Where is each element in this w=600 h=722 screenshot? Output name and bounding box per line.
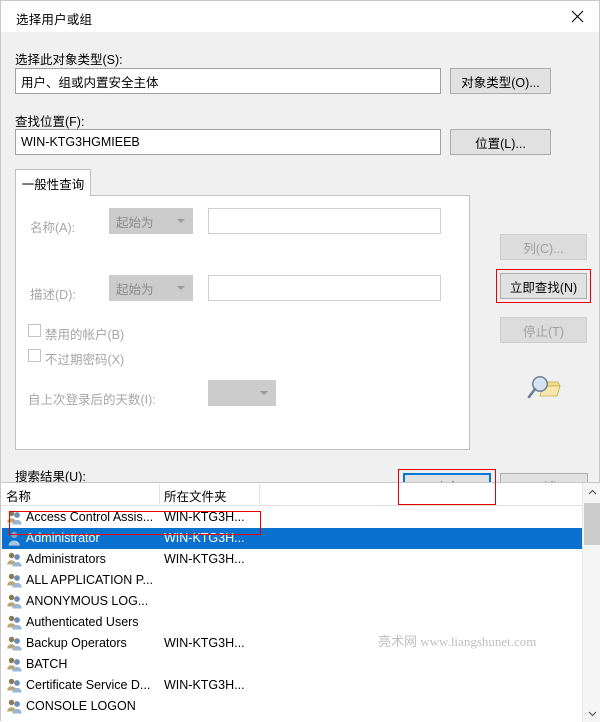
user-glyph — [8, 531, 20, 546]
description-condition-select[interactable]: 起始为 — [109, 275, 193, 301]
table-row[interactable]: Administrator WIN-KTG3H... — [2, 528, 582, 549]
group-icon — [6, 677, 23, 694]
scroll-up-icon[interactable] — [583, 483, 600, 501]
nonexpiring-password-label: 不过期密码(X) — [45, 353, 125, 367]
row-name: Authenticated Users — [26, 615, 139, 629]
window-title: 选择用户或组 — [16, 13, 93, 27]
object-type-label: 选择此对象类型(S): — [15, 53, 123, 67]
dialog-body: 选择此对象类型(S): 用户、组或内置安全主体 对象类型(O)... 查找位置(… — [1, 32, 600, 722]
column-header-name[interactable]: 名称 — [6, 486, 31, 505]
nonexpiring-password-checkbox[interactable] — [28, 349, 41, 362]
table-row[interactable]: CONSOLE LOGON — [2, 696, 582, 717]
columns-button[interactable]: 列(C)... — [500, 234, 587, 260]
table-row[interactable]: Access Control Assis... WIN-KTG3H... — [2, 507, 582, 528]
column-header-folder[interactable]: 所在文件夹 — [164, 486, 227, 505]
row-name: CONSOLE LOGON — [26, 699, 136, 713]
row-folder: WIN-KTG3H... — [164, 636, 245, 650]
row-name: ALL APPLICATION P... — [26, 573, 153, 587]
row-folder: WIN-KTG3H... — [164, 531, 245, 545]
group-glyph — [7, 657, 22, 672]
column-divider[interactable] — [159, 484, 160, 504]
table-row[interactable]: ALL APPLICATION P... — [2, 570, 582, 591]
scroll-down-icon[interactable] — [583, 704, 600, 722]
magnifier-search-icon — [525, 373, 563, 405]
chevron-down-icon — [177, 286, 185, 290]
row-name: Administrators — [26, 552, 106, 566]
row-folder: WIN-KTG3H... — [164, 510, 245, 524]
user-icon — [6, 530, 23, 547]
days-since-logon-label: 自上次登录后的天数(I): — [28, 393, 156, 407]
tab-seam — [16, 194, 90, 196]
disabled-accounts-label: 禁用的帐户(B) — [45, 328, 125, 342]
group-glyph — [7, 573, 22, 588]
list-column-header: 名称 所在文件夹 — [1, 483, 600, 506]
chevron-up-glyph — [588, 489, 596, 494]
row-name: Certificate Service D... — [26, 678, 151, 692]
row-folder: WIN-KTG3H... — [164, 552, 245, 566]
table-row[interactable]: ANONYMOUS LOG... — [2, 591, 582, 612]
group-icon — [6, 509, 23, 526]
name-value-input[interactable] — [208, 208, 441, 234]
select-user-or-group-dialog: 选择用户或组 选择此对象类型(S): 用户、组或内置安全主体 对象类型(O)..… — [0, 0, 600, 722]
group-icon — [6, 593, 23, 610]
chevron-down-glyph — [588, 711, 596, 716]
group-glyph — [7, 699, 22, 714]
group-icon — [6, 698, 23, 715]
row-name: ANONYMOUS LOG... — [26, 594, 149, 608]
row-folder: WIN-KTG3H... — [164, 678, 245, 692]
list-scrollbar[interactable] — [582, 483, 600, 722]
table-row[interactable]: Authenticated Users — [2, 612, 582, 633]
table-row[interactable]: Certificate Service D... WIN-KTG3H... — [2, 675, 582, 696]
table-row[interactable]: Administrators WIN-KTG3H... — [2, 549, 582, 570]
object-type-input[interactable]: 用户、组或内置安全主体 — [15, 68, 441, 94]
disabled-accounts-checkbox[interactable] — [28, 324, 41, 337]
find-now-button[interactable]: 立即查找(N) — [500, 273, 587, 299]
description-value-input[interactable] — [208, 275, 441, 301]
row-name: BATCH — [26, 657, 68, 671]
object-types-button[interactable]: 对象类型(O)... — [450, 68, 551, 94]
location-input[interactable]: WIN-KTG3HGMIEEB — [15, 129, 441, 155]
group-glyph — [7, 552, 22, 567]
location-button[interactable]: 位置(L)... — [450, 129, 551, 155]
group-icon — [6, 572, 23, 589]
group-icon — [6, 551, 23, 568]
group-glyph — [7, 636, 22, 651]
close-glyph — [571, 10, 583, 22]
group-glyph — [7, 594, 22, 609]
row-name: Access Control Assis... — [26, 510, 154, 524]
group-icon — [6, 635, 23, 652]
tab-general-query[interactable]: 一般性查询 — [15, 169, 91, 196]
group-glyph — [7, 615, 22, 630]
group-glyph — [7, 678, 22, 693]
chevron-down-icon — [260, 391, 268, 395]
close-icon[interactable] — [555, 1, 599, 31]
title-bar: 选择用户或组 — [1, 1, 599, 33]
group-glyph — [7, 510, 22, 525]
name-condition-value: 起始为 — [116, 215, 154, 230]
column-divider[interactable] — [259, 484, 260, 504]
stop-button[interactable]: 停止(T) — [500, 317, 587, 343]
scroll-thumb[interactable] — [584, 503, 600, 545]
group-icon — [6, 614, 23, 631]
row-name: Backup Operators — [26, 636, 127, 650]
search-results-list[interactable]: 名称 所在文件夹 Access Control Assis... WIN-KTG3… — [1, 482, 600, 722]
description-condition-value: 起始为 — [116, 282, 154, 297]
magnifier-glyph — [527, 376, 561, 399]
days-since-logon-select[interactable] — [208, 380, 276, 406]
row-name: Administrator — [26, 531, 100, 545]
group-icon — [6, 656, 23, 673]
location-label: 查找位置(F): — [15, 115, 85, 129]
watermark: 亮术网 www.liangshunet.com — [378, 634, 537, 649]
table-row[interactable]: BATCH — [2, 654, 582, 675]
name-label: 名称(A): — [30, 221, 76, 235]
chevron-down-icon — [177, 219, 185, 223]
description-label: 描述(D): — [30, 288, 76, 302]
name-condition-select[interactable]: 起始为 — [109, 208, 193, 234]
